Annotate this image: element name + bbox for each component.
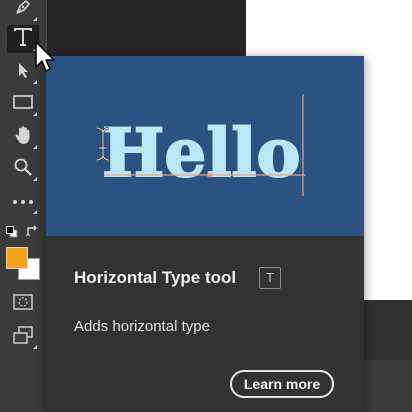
hand-icon bbox=[13, 124, 33, 151]
more-icon bbox=[12, 193, 34, 211]
baseline-anchor bbox=[207, 172, 213, 178]
edit-toolbar[interactable] bbox=[7, 188, 39, 216]
options-panel bbox=[46, 0, 246, 56]
submenu-indicator bbox=[33, 17, 37, 21]
pen-icon bbox=[13, 0, 33, 22]
submenu-indicator bbox=[33, 345, 37, 349]
foreground-color-swatch[interactable] bbox=[6, 247, 28, 269]
tool-preview: Hello bbox=[46, 56, 364, 236]
path-selection-icon bbox=[13, 60, 33, 85]
submenu-indicator bbox=[33, 112, 37, 116]
rectangle-tool[interactable] bbox=[7, 90, 39, 118]
screen-mode-icon bbox=[12, 325, 34, 350]
rich-tooltip: Hello Horizontal Type tool T Adds horizo… bbox=[46, 56, 364, 412]
swap-colors-icon[interactable] bbox=[25, 224, 40, 243]
quick-mask[interactable] bbox=[7, 290, 39, 318]
screen-mode[interactable] bbox=[7, 323, 39, 351]
type-icon bbox=[12, 26, 34, 53]
hand-tool[interactable] bbox=[7, 123, 39, 151]
learn-more-button[interactable]: Learn more bbox=[230, 370, 334, 398]
submenu-indicator bbox=[33, 210, 37, 214]
rectangle-icon bbox=[12, 92, 34, 117]
pen-tool[interactable] bbox=[7, 0, 39, 23]
preview-hello-text: Hello bbox=[102, 114, 301, 192]
panel-strip bbox=[364, 360, 412, 412]
default-colors-icon[interactable] bbox=[6, 225, 18, 243]
submenu-indicator bbox=[33, 145, 37, 149]
zoom-icon bbox=[13, 157, 33, 182]
shortcut-key-badge: T bbox=[259, 267, 281, 289]
zoom-tool[interactable] bbox=[7, 155, 39, 183]
submenu-indicator bbox=[33, 177, 37, 181]
tooltip-title: Horizontal Type tool bbox=[74, 268, 237, 287]
tooltip-description: Adds horizontal type bbox=[74, 318, 210, 335]
submenu-indicator bbox=[33, 80, 37, 84]
mouse-pointer-icon bbox=[35, 41, 57, 78]
quick-mask-icon bbox=[12, 293, 34, 316]
